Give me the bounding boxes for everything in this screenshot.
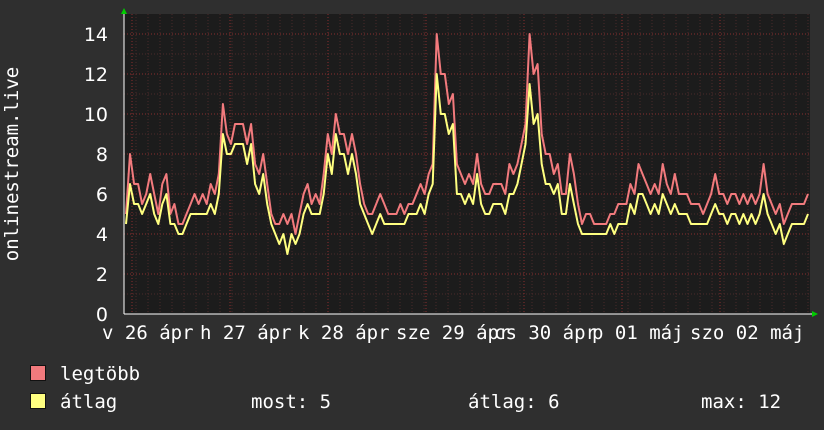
y-axis-arrow-icon [121, 8, 127, 14]
stat-now: most: 5 [251, 391, 332, 413]
plot-area [124, 14, 810, 314]
y-tick-label: 14 [84, 24, 108, 46]
y-tick-label: 4 [96, 224, 108, 246]
legend-swatch-avg [30, 393, 46, 409]
y-tick-label: 6 [96, 184, 108, 206]
legend-label-max: legtöbb [60, 363, 141, 385]
legend-item-avg: átlag [30, 391, 117, 413]
x-tick-label: p 01 máj [592, 322, 684, 344]
y-axis-label: onlinestream.live [1, 67, 23, 261]
y-tick-label: 12 [84, 64, 108, 86]
x-ticks: v 26 ápr h 27 ápr k 28 ápr sze 29 áprcs 30 … [102, 322, 804, 344]
stat-max: max: 12 [701, 391, 782, 413]
x-tick-label: h 27 ápr [200, 322, 292, 344]
x-tick-label: v 26 ápr [102, 322, 194, 344]
legend-label-avg: átlag [60, 391, 118, 413]
x-tick-label: k 28 ápr [298, 322, 390, 344]
y-tick-label: 10 [84, 104, 108, 126]
x-tick-label: cs 30 ápr [494, 322, 597, 344]
y-tick-label: 8 [96, 144, 108, 166]
stat-avg: átlag: 6 [468, 391, 560, 413]
y-tick-label: 2 [96, 264, 108, 286]
x-tick-label: szo 02 máj [690, 322, 804, 344]
legend-item-max: legtöbb [30, 363, 140, 385]
legend-swatch-max [30, 365, 46, 381]
y-ticks: 02468101214 [84, 24, 108, 326]
x-axis-arrow-icon [812, 311, 818, 317]
